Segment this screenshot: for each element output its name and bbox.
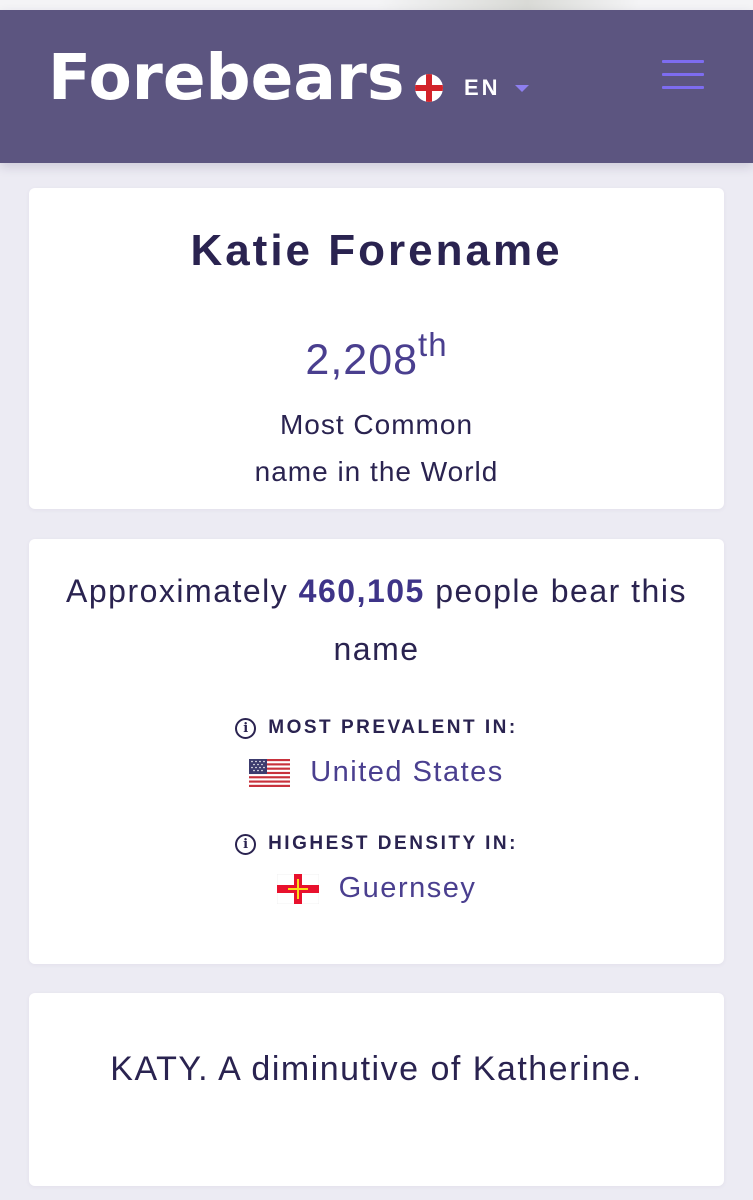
most-prevalent-label-text: MOST PREVALENT IN: [268,717,518,738]
guernsey-flag-icon [276,873,319,904]
highest-density-country-name: Guernsey [338,872,477,904]
england-flag-icon [415,74,443,102]
forebears-logo[interactable]: Forebears [48,46,404,109]
highest-density-country[interactable]: Guernsey [29,872,724,905]
language-selector[interactable]: EN [415,74,529,102]
name-meaning-text: KATY. A diminutive of Katherine. [110,1050,643,1088]
usa-flag-icon [249,758,291,787]
rank-label: Most Common name in the World [29,401,724,495]
stats-card: Approximately 460,105 people bear this n… [29,539,724,964]
browser-top-strip [0,0,753,10]
hamburger-menu-icon[interactable] [662,60,704,90]
most-prevalent-label: i MOST PREVALENT IN: [29,717,724,739]
most-prevalent-country[interactable]: United States [29,756,724,789]
most-prevalent-country-name: United States [310,756,504,788]
chevron-down-icon [514,84,529,92]
info-icon[interactable]: i [235,717,257,739]
rank-label-line1: Most Common [279,409,474,440]
meaning-card: KATY. A diminutive of Katherine. [29,993,724,1186]
approx-prefix: Approximately [66,573,289,609]
language-code: EN [464,75,501,100]
rank-number: 2,208 [305,336,419,384]
page-title: Katie Forename [190,226,563,275]
rank-value: 2,208th [29,326,724,385]
highest-density-label-text: HIGHEST DENSITY IN: [268,833,518,854]
bearer-count-text: Approximately 460,105 people bear this n… [49,562,704,678]
info-icon[interactable]: i [235,833,257,855]
highest-density-label: i HIGHEST DENSITY IN: [29,833,724,855]
rank-suffix: th [418,326,448,363]
name-card: Katie Forename 2,208th Most Common name … [29,188,724,509]
bearer-count: 460,105 [298,573,425,609]
site-header: Forebears EN [0,10,753,163]
rank-label-line2: name in the World [254,456,499,487]
